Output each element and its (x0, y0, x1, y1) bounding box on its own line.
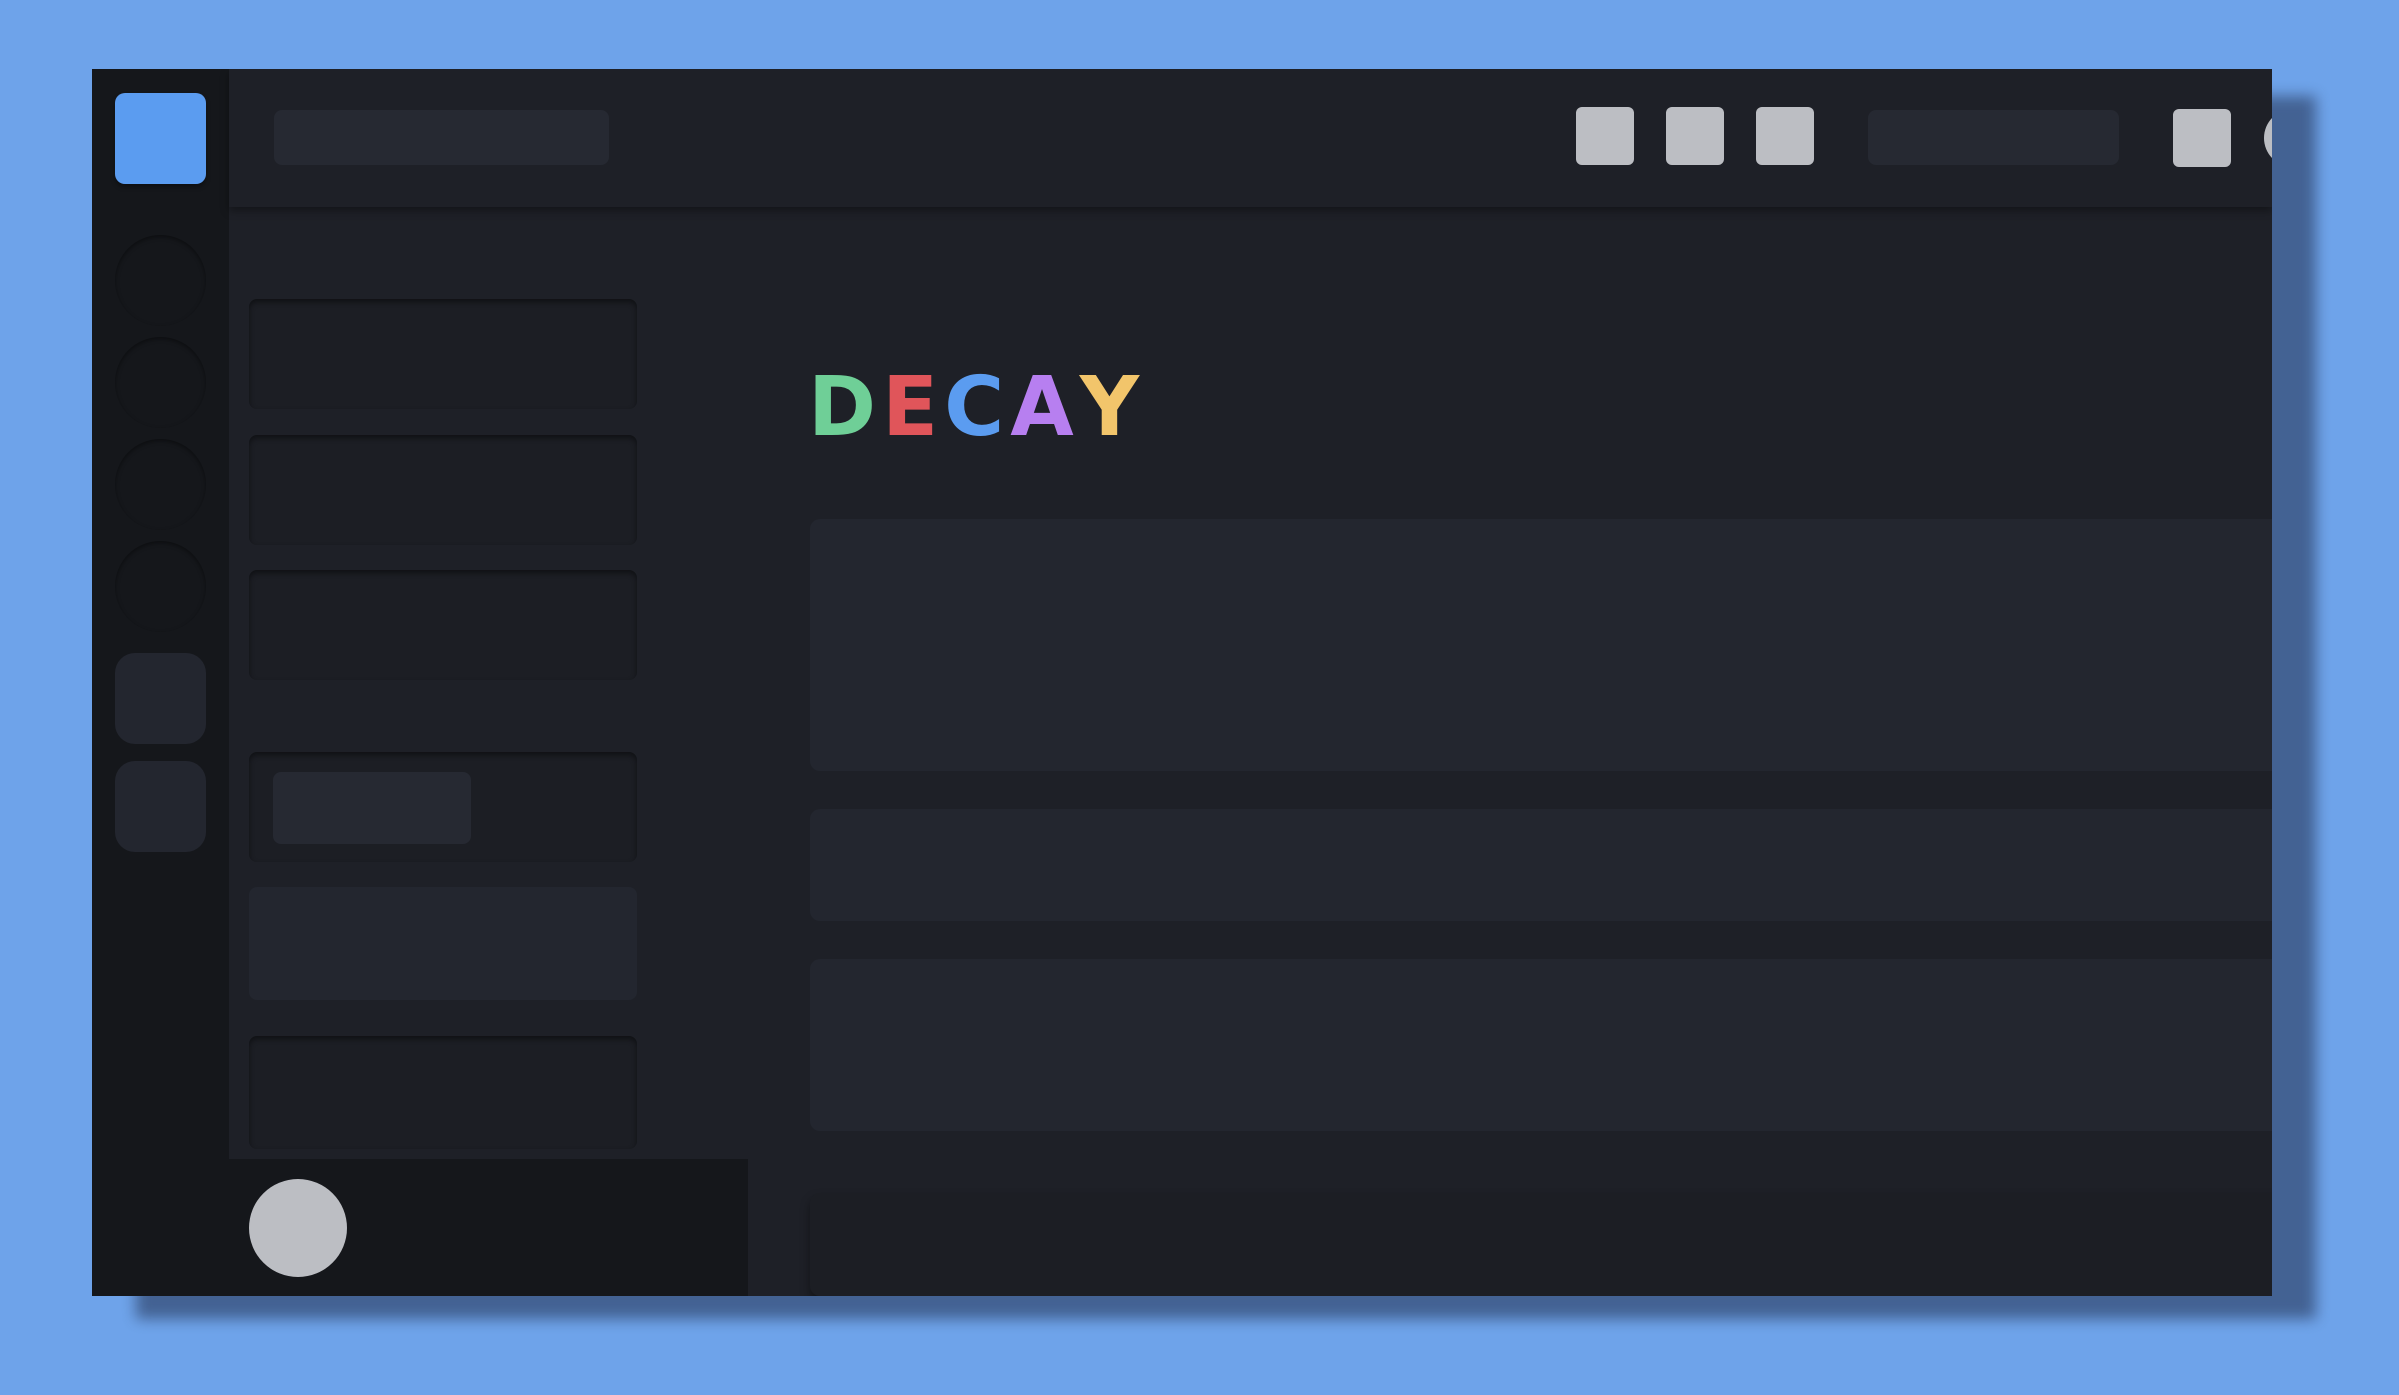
channel-item-6[interactable] (249, 1036, 637, 1149)
channel-item-4-label-placeholder (273, 772, 471, 844)
channel-item-4[interactable] (249, 752, 637, 862)
channel-item-1[interactable] (249, 299, 637, 409)
channel-item-2[interactable] (249, 435, 637, 545)
logo-letter-e: E (882, 360, 945, 455)
toolbar-button-1[interactable] (1576, 107, 1634, 165)
channel-list (229, 207, 748, 1296)
toolbar-button-4[interactable] (2173, 109, 2231, 167)
search-input[interactable] (1868, 110, 2119, 165)
top-bar (229, 69, 2272, 207)
profile-avatar[interactable] (2264, 109, 2272, 167)
server-rail (92, 69, 229, 1296)
logo-letter-y: Y (1079, 360, 1146, 455)
logo-letter-a: A (1010, 360, 1080, 455)
toolbar-button-3[interactable] (1756, 107, 1814, 165)
toolbar-button-2[interactable] (1666, 107, 1724, 165)
logo-letter-d: D (808, 360, 883, 455)
user-avatar[interactable] (249, 1179, 347, 1277)
message-input[interactable] (810, 1193, 2272, 1296)
main-content: DECAY (748, 207, 2272, 1296)
content-block-2 (810, 809, 2272, 921)
server-name-placeholder[interactable] (274, 110, 609, 165)
server-icon-1[interactable] (115, 235, 206, 326)
server-icon-2[interactable] (115, 337, 206, 428)
user-panel (229, 1159, 748, 1296)
channel-item-3[interactable] (249, 570, 637, 680)
content-block-1 (810, 519, 2272, 771)
add-server-button[interactable] (115, 653, 206, 744)
app-logo-text: DECAY (808, 367, 1145, 449)
explore-servers-button[interactable] (115, 761, 206, 852)
channel-item-5[interactable] (249, 887, 637, 1000)
server-icon-4[interactable] (115, 541, 206, 632)
logo-letter-c: C (944, 360, 1011, 455)
server-icon-3[interactable] (115, 439, 206, 530)
content-block-3 (810, 959, 2272, 1131)
app-window: DECAY (92, 69, 2272, 1296)
home-button[interactable] (115, 93, 206, 184)
